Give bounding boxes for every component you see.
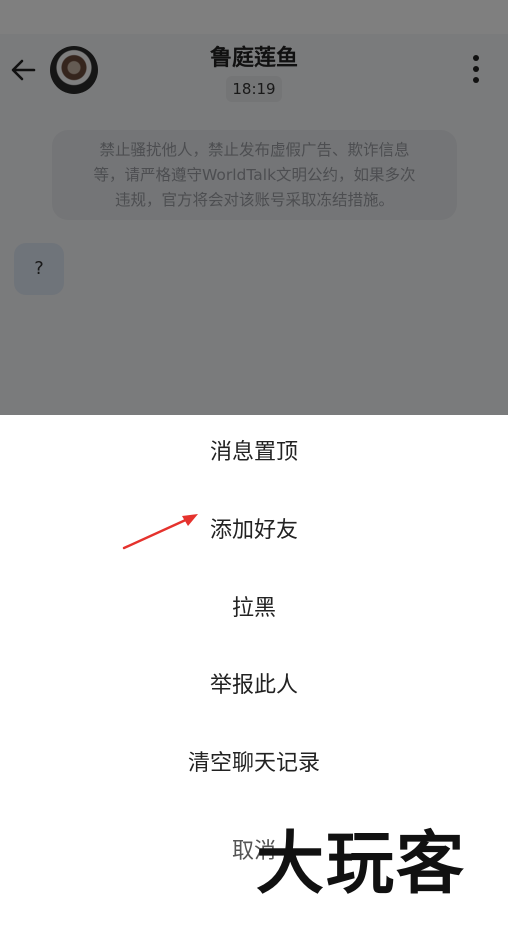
add-friend-button[interactable]: 添加好友 [0,501,508,561]
svg-text:大玩客: 大玩客 [256,825,466,903]
dim-overlay[interactable] [0,0,508,415]
clear-history-button[interactable]: 清空聊天记录 [0,734,508,794]
watermark-logo: 大玩客 [256,825,466,904]
block-button[interactable]: 拉黑 [0,579,508,639]
annotation-arrow-icon [122,514,198,550]
pin-message-button[interactable]: 消息置顶 [0,423,508,483]
report-button[interactable]: 举报此人 [0,656,508,716]
watermark: 大玩客 [254,815,508,904]
